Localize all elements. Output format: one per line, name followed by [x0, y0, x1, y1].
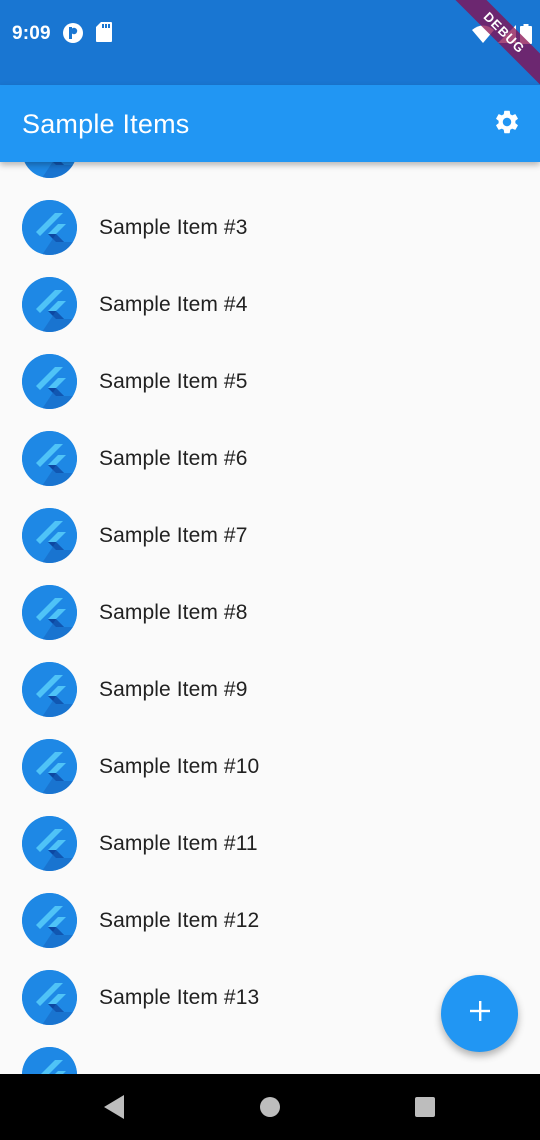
- settings-icon: [493, 108, 521, 141]
- flutter-logo-icon: [22, 200, 77, 255]
- list-item-label: Sample Item #13: [99, 985, 260, 1009]
- flutter-logo-icon: [22, 893, 77, 948]
- flutter-logo-icon: [22, 970, 77, 1025]
- list-item-label: Sample Item #9: [99, 677, 248, 701]
- flutter-logo-icon: [22, 277, 77, 332]
- flutter-logo-icon: [22, 662, 77, 717]
- list-item[interactable]: Sample Item #12: [0, 882, 540, 959]
- sample-items-list[interactable]: Sample Item #2 Sample Item #3 Sample Ite…: [0, 162, 540, 1074]
- flutter-logo-icon: [22, 816, 77, 871]
- list-item[interactable]: Sample Item #3: [0, 189, 540, 266]
- list-item-label: Sample Item #2: [99, 162, 247, 163]
- home-button[interactable]: [259, 1096, 281, 1123]
- flutter-logo-icon: [22, 1047, 77, 1074]
- list-item[interactable]: Sample Item #5: [0, 343, 540, 420]
- flutter-logo-icon: [22, 585, 77, 640]
- plus-icon: [467, 998, 493, 1029]
- list-item-label: Sample Item #3: [99, 215, 248, 239]
- app-screen: 9:09 DEBUG Sample Items Sample Item #3 S…: [0, 0, 540, 1140]
- list-item[interactable]: Sample Item #2: [0, 162, 540, 189]
- list-item[interactable]: Sample Item #11: [0, 805, 540, 882]
- sd-card-icon: [96, 22, 112, 47]
- list-item[interactable]: Sample Item #8: [0, 574, 540, 651]
- recents-icon: [415, 1097, 435, 1117]
- status-time: 9:09: [12, 23, 51, 44]
- list-item-label: Sample Item #12: [99, 908, 260, 932]
- list-item[interactable]: Sample Item #6: [0, 420, 540, 497]
- settings-button[interactable]: [492, 109, 522, 139]
- list-item[interactable]: Sample Item #4: [0, 266, 540, 343]
- app-bar: Sample Items: [0, 85, 540, 162]
- flutter-logo-icon: [22, 431, 77, 486]
- back-button[interactable]: [102, 1094, 126, 1125]
- battery-icon: [520, 24, 532, 49]
- recents-button[interactable]: [414, 1096, 436, 1123]
- list-item-label: Sample Item #5: [99, 369, 248, 393]
- list-item-label: Sample Item #10: [99, 754, 260, 778]
- list-item-label: Sample Item #11: [99, 831, 258, 855]
- list-item-label: Sample Item #4: [99, 292, 248, 316]
- data-saver-icon: [62, 22, 84, 49]
- status-right-icons: [472, 24, 532, 49]
- wifi-icon: [472, 25, 494, 48]
- flutter-logo-icon: [22, 162, 77, 178]
- status-bar: 9:09: [0, 0, 540, 85]
- list-item-label: Sample Item #7: [99, 523, 248, 547]
- list-inner: Sample Item #2 Sample Item #3 Sample Ite…: [0, 162, 540, 1074]
- list-item[interactable]: Sample Item #7: [0, 497, 540, 574]
- list-item[interactable]: Sample Item #9: [0, 651, 540, 728]
- signal-icon: [498, 25, 516, 48]
- flutter-logo-icon: [22, 508, 77, 563]
- flutter-logo-icon: [22, 739, 77, 794]
- home-icon: [260, 1097, 280, 1117]
- flutter-logo-icon: [22, 354, 77, 409]
- list-item-label: Sample Item #8: [99, 600, 248, 624]
- page-title: Sample Items: [22, 109, 190, 139]
- list-item-label: Sample Item #6: [99, 446, 248, 470]
- back-icon: [104, 1095, 124, 1119]
- list-item[interactable]: Sample Item #10: [0, 728, 540, 805]
- add-item-button[interactable]: [441, 975, 518, 1052]
- system-nav-bar: [0, 1074, 540, 1140]
